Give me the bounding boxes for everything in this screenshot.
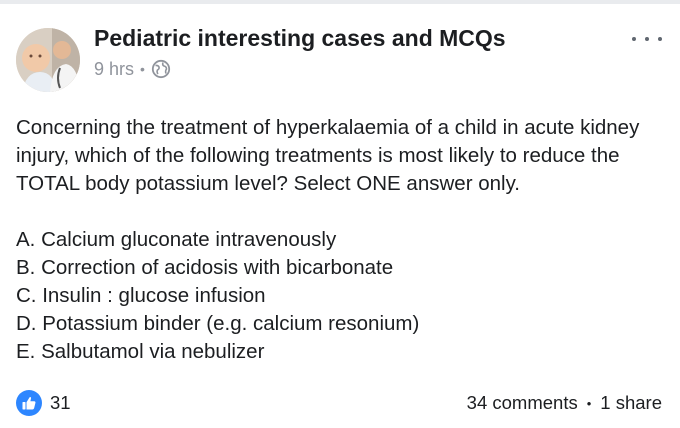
engagement-stats: 34 comments • 1 share [467,392,662,414]
post-timestamp[interactable]: 9 hrs [94,58,134,80]
reaction-count: 31 [50,392,71,413]
more-dot-icon [658,37,662,41]
more-options-button[interactable] [632,32,662,46]
post-body: Concerning the treatment of hyperkalaemi… [16,114,664,366]
answer-option: B. Correction of acidosis with bicarbona… [16,256,394,279]
post-meta: 9 hrs • [94,58,506,80]
like-icon [16,390,42,416]
answer-option: E. Salbutamol via nebulizer [16,340,265,363]
question-text: Concerning the treatment of hyperkalaemi… [16,116,640,195]
more-dot-icon [632,37,636,41]
shares-link[interactable]: 1 share [600,392,662,414]
answer-options-list: A. Calcium gluconate intravenously B. Co… [16,226,664,366]
meta-separator: • [140,61,145,77]
more-dot-icon [645,37,649,41]
stats-separator: • [586,395,592,411]
page-avatar[interactable] [16,28,80,92]
reactions-summary[interactable]: 31 [16,390,71,416]
answer-option: A. Calcium gluconate intravenously [16,228,337,251]
globe-icon[interactable] [151,59,171,79]
avatar-image [16,28,80,92]
comments-link[interactable]: 34 comments [467,392,578,414]
page-name-link[interactable]: Pediatric interesting cases and MCQs [94,24,506,52]
post-footer: 31 34 comments • 1 share [16,388,662,418]
post-card: Pediatric interesting cases and MCQs 9 h… [0,4,680,428]
post-header: Pediatric interesting cases and MCQs 9 h… [94,24,506,80]
answer-option: D. Potassium binder (e.g. calcium resoni… [16,312,420,335]
answer-option: C. Insulin : glucose infusion [16,284,266,307]
